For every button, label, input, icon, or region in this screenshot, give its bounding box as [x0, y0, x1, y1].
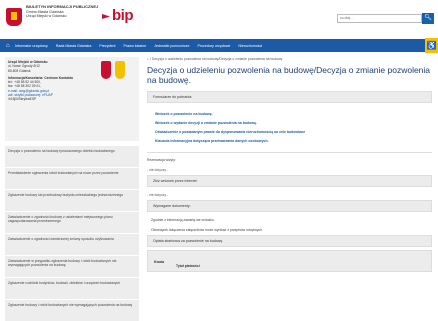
office-epuap-id: /h15j0l/SkrytkaESP	[8, 97, 37, 102]
web-application-value: - nie dotyczy -	[147, 193, 169, 197]
reservation-value: - nie dotyczy -	[147, 168, 169, 172]
web-application-bar: Złóż wniosek przez internet:	[147, 175, 432, 187]
docs-note: Zgodnie z informacją zawartą we wniosku.	[151, 218, 215, 222]
fee-table: Kwota Tytuł płatności	[147, 250, 432, 272]
forms-bar: Formularze do pobrania:	[147, 91, 432, 103]
home-icon[interactable]: ⌂	[147, 57, 149, 61]
site-header: BIULETYN INFORMACJI PUBLICZNEJ Gmina Mia…	[0, 0, 438, 33]
bip-logo[interactable]: bip	[112, 7, 134, 24]
header-title-line1: BIULETYN INFORMACJI PUBLICZNEJ	[26, 4, 99, 9]
breadcrumb: ⌂ / Decyzja o udzieleniu pozwolenia na b…	[147, 57, 432, 61]
nav-item-prezydent[interactable]: Prezydent	[99, 44, 115, 48]
menu-item[interactable]: Zaświadczenie o zgodności budowy z ustal…	[5, 211, 139, 233]
menu-item[interactable]: Zgłoszenie budowy lub przebudowy budynku…	[5, 189, 139, 211]
gdansk-crest-icon	[6, 8, 22, 26]
bip-flag-icon	[102, 14, 110, 19]
search-icon: 🔍︎	[424, 15, 432, 21]
header-title-line3: Urząd Miejski w Gdańsku	[26, 14, 67, 19]
nav-item-procedury[interactable]: Procedury urzędowe	[197, 44, 230, 48]
left-sidebar: Urząd Miejski w Gdańsku ul. Nowe Ogrody …	[5, 57, 139, 321]
home-icon[interactable]: ⌂	[6, 43, 12, 49]
main-content: ⌂ / Decyzja o udzieleniu pozwolenia na b…	[147, 57, 432, 272]
menu-item[interactable]: Zaświadczenie w przypadku zgłoszenia bud…	[5, 255, 139, 277]
procedure-menu: Decyzja o pozwoleniu na budowę tymczasow…	[5, 145, 139, 321]
nav-item-nieruchomosci[interactable]: Nieruchomości	[238, 44, 262, 48]
menu-item[interactable]: Zgłoszenie budowy i robót budowlanych ni…	[5, 299, 139, 321]
form-link[interactable]: Klauzula informacyjna dotycząca przetwar…	[155, 137, 424, 146]
search-input[interactable]: szukaj...	[337, 14, 422, 23]
wheelchair-icon[interactable]: ♿	[425, 38, 438, 53]
breadcrumb-path[interactable]: / Decyzja o udzieleniu pozwolenia na bud…	[150, 57, 282, 61]
divider	[147, 152, 432, 153]
page-title: Decyzja o udzieleniu pozwolenia na budow…	[147, 65, 431, 85]
nav-item-informator[interactable]: Informator urzędowy	[15, 44, 48, 48]
form-link[interactable]: Oświadczenie o posiadanym prawie do dysp…	[155, 128, 424, 137]
menu-item[interactable]: Zaświadczenie o zgodności zamierzonej zm…	[5, 233, 139, 255]
nav-item-prawo[interactable]: Prawo lokalne	[124, 44, 147, 48]
menu-item[interactable]: Przedstawienie ogłoszenia robót budowlan…	[5, 167, 139, 189]
fee-bar: Opłata skarbowa za pozwolenie na budowę	[147, 235, 432, 247]
search-button[interactable]: 🔍︎	[422, 13, 434, 24]
fee-table-col-amount: Kwota	[154, 260, 165, 264]
office-info: Urząd Miejski w Gdańsku ul. Nowe Ogrody …	[5, 57, 139, 141]
form-link[interactable]: Wniosek o wydanie decyzji o zmianie pozw…	[155, 119, 424, 128]
menu-item[interactable]: Decyzja o pozwoleniu na budowę tymczasow…	[5, 145, 139, 167]
nav-item-rada[interactable]: Rada Miasta Gdańska	[56, 44, 92, 48]
fee-table-col-title: Tytuł płatności	[176, 264, 200, 268]
required-docs-bar: Wymagane dokumenty:	[147, 200, 432, 212]
forms-list: Wniosek o pozwolenie na budowę. Wniosek …	[147, 106, 432, 150]
header-title: BIULETYN INFORMACJI PUBLICZNEJ Gmina Mia…	[26, 4, 99, 19]
coat-of-arms-icon	[101, 61, 131, 81]
form-link[interactable]: Wniosek o pozwolenie na budowę.	[155, 110, 424, 119]
main-nav: ⌂ Informator urzędowy Rada Miasta Gdańsk…	[0, 39, 438, 52]
docs-note2: Obowiązek dołączenia załączników może wy…	[151, 228, 263, 232]
nav-item-jednostki[interactable]: Jednostki pomocnicze	[154, 44, 189, 48]
menu-item[interactable]: Zgłoszenie rozbiórki budynków, budowli, …	[5, 277, 139, 299]
reservation-label: Rezerwacja wizyty:	[147, 158, 176, 162]
